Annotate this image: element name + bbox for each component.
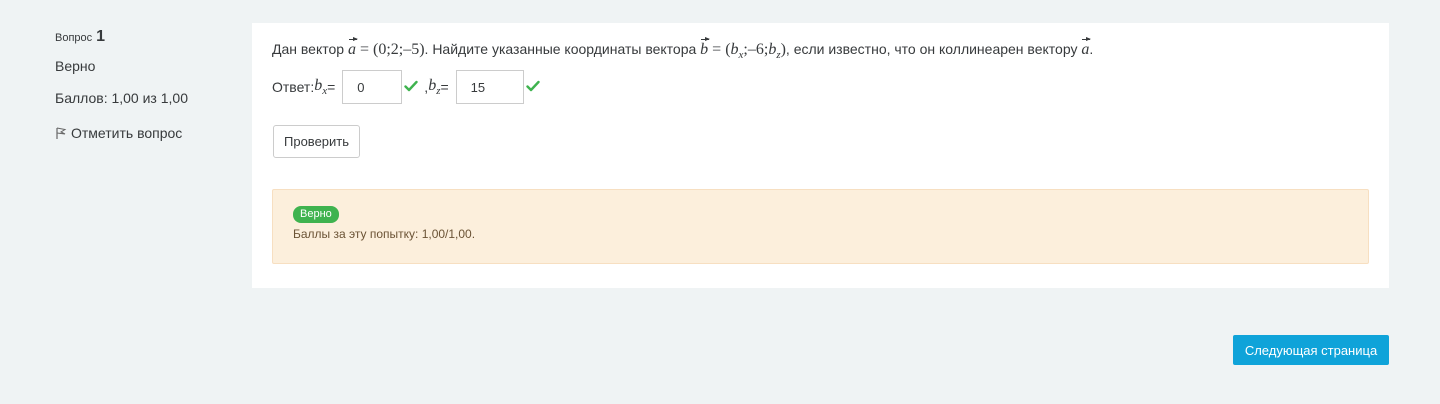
checkmark-icon [404, 79, 418, 95]
question-content: Дан вектор a = (0;2;–5). Найдите указанн… [252, 23, 1389, 288]
question-info: Вопрос 1 Верно Баллов: 1,00 из 1,00 Отме… [55, 28, 235, 144]
answer-row: Ответ: bx = , bz = [272, 69, 546, 105]
check-button[interactable]: Проверить [273, 125, 361, 158]
vector-a-expression: a = (0;2;–5) [348, 37, 425, 58]
attempt-feedback: Баллы за эту попытку: 1,00/1,00. [293, 227, 476, 241]
bx-equals: = [327, 79, 336, 95]
answer-label: Ответ: [272, 79, 315, 95]
vector-b-eq: = ( [708, 41, 731, 58]
vector-b-x: b [730, 41, 739, 58]
bz-equals: = [440, 79, 449, 95]
outcome-panel: Верно Баллы за эту попытку: 1,00/1,00. [272, 189, 1369, 264]
question-number-value: 1 [96, 28, 106, 45]
question-text-end: , если известно, что он коллинеарен вект… [785, 41, 1082, 57]
question-state: Верно [55, 58, 96, 74]
vector-a: a [348, 37, 358, 62]
bz-label: bz [428, 77, 440, 97]
vector-a-repeat: a [1081, 37, 1092, 62]
question-number-label: Вопрос [55, 32, 93, 44]
question-period: . [1089, 41, 1094, 57]
next-page-button[interactable]: Следующая страница [1233, 335, 1389, 365]
correct-badge: Верно [293, 206, 339, 223]
question-text-intro: Дан вектор [272, 41, 348, 57]
question-grade: Баллов: 1,00 из 1,00 [55, 90, 188, 106]
bx-label: bx [314, 77, 327, 97]
flag-icon [55, 126, 67, 140]
checkmark-icon [525, 79, 540, 95]
vector-b: b [700, 37, 711, 62]
flag-question-label: Отметить вопрос [71, 125, 183, 141]
bz-input[interactable] [455, 70, 524, 104]
bz-var: b [428, 76, 437, 94]
flag-question-link[interactable]: Отметить вопрос [55, 122, 235, 144]
vector-a-coords: = (0;2;–5) [355, 41, 425, 58]
question-text-mid: . Найдите указанные координаты вектора [424, 41, 701, 57]
question-text: Дан вектор a = (0;2;–5). Найдите указанн… [272, 37, 1093, 67]
bx-input[interactable] [342, 70, 403, 104]
question-number: Вопрос 1 [55, 28, 235, 50]
vector-b-mid: ;–6; [743, 41, 769, 58]
vector-b-expression: b = (bx;–6;bz) [700, 37, 786, 61]
